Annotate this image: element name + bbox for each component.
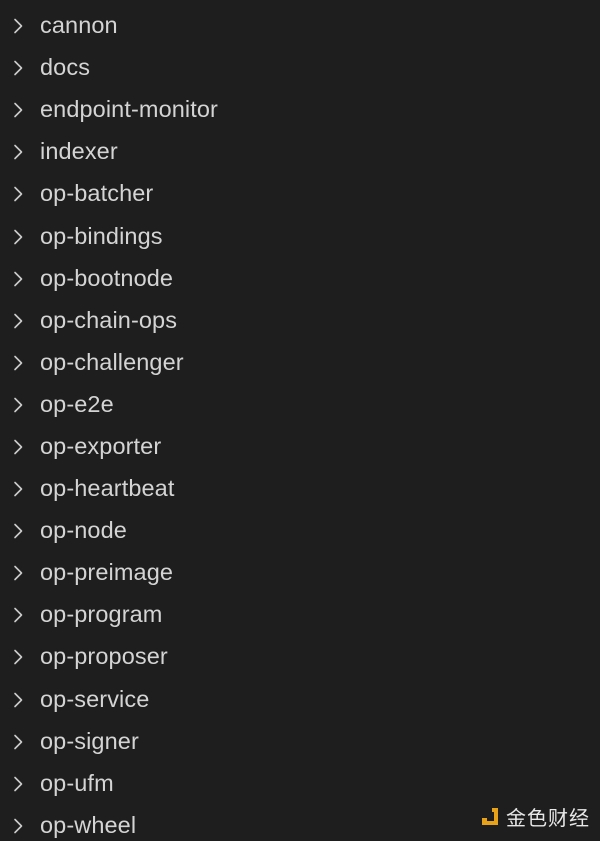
folder-row-op-program[interactable]: op-program: [0, 594, 600, 636]
chevron-right-icon[interactable]: [10, 58, 26, 78]
watermark: 金色财经: [480, 802, 590, 831]
folder-row-indexer[interactable]: indexer: [0, 131, 600, 173]
folder-label: op-batcher: [40, 180, 154, 207]
folder-label: cannon: [40, 12, 118, 39]
watermark-text: 金色财经: [506, 806, 590, 830]
file-explorer-tree: cannon docs endpoint-monitor indexer op-…: [0, 5, 600, 841]
folder-label: op-bootnode: [40, 264, 174, 291]
jinse-logo-icon: [482, 807, 498, 825]
folder-row-op-node[interactable]: op-node: [0, 510, 600, 552]
chevron-right-icon[interactable]: [10, 395, 26, 415]
folder-row-op-bindings[interactable]: op-bindings: [0, 215, 600, 257]
folder-row-endpoint-monitor[interactable]: endpoint-monitor: [0, 89, 600, 131]
chevron-right-icon[interactable]: [10, 690, 26, 710]
folder-label: indexer: [40, 138, 118, 165]
folder-label: endpoint-monitor: [40, 96, 218, 123]
folder-label: op-challenger: [40, 348, 184, 375]
chevron-right-icon[interactable]: [10, 227, 26, 247]
folder-row-op-exporter[interactable]: op-exporter: [0, 426, 600, 468]
chevron-right-icon[interactable]: [10, 142, 26, 162]
folder-label: op-e2e: [40, 390, 114, 417]
chevron-right-icon[interactable]: [10, 353, 26, 373]
folder-row-op-batcher[interactable]: op-batcher: [0, 173, 600, 215]
chevron-right-icon[interactable]: [10, 521, 26, 541]
folder-row-op-service[interactable]: op-service: [0, 679, 600, 721]
chevron-right-icon[interactable]: [10, 184, 26, 204]
chevron-right-icon[interactable]: [10, 774, 26, 794]
folder-label: op-ufm: [40, 769, 114, 796]
folder-label: op-preimage: [40, 559, 174, 586]
folder-label: op-service: [40, 685, 150, 712]
folder-row-op-chain-ops[interactable]: op-chain-ops: [0, 300, 600, 342]
chevron-right-icon[interactable]: [10, 269, 26, 289]
folder-label: op-program: [40, 601, 163, 628]
chevron-right-icon[interactable]: [10, 16, 26, 36]
chevron-right-icon[interactable]: [10, 479, 26, 499]
folder-label: op-node: [40, 517, 127, 544]
folder-label: op-signer: [40, 727, 139, 754]
folder-row-op-heartbeat[interactable]: op-heartbeat: [0, 468, 600, 510]
folder-label: op-chain-ops: [40, 306, 178, 333]
folder-row-op-e2e[interactable]: op-e2e: [0, 384, 600, 426]
folder-label: op-proposer: [40, 643, 168, 670]
chevron-right-icon[interactable]: [10, 732, 26, 752]
chevron-right-icon[interactable]: [10, 605, 26, 625]
folder-label: docs: [40, 54, 91, 81]
folder-label: op-bindings: [40, 222, 163, 249]
chevron-right-icon[interactable]: [10, 311, 26, 331]
folder-row-op-preimage[interactable]: op-preimage: [0, 552, 600, 594]
folder-label: op-exporter: [40, 432, 162, 459]
chevron-right-icon[interactable]: [10, 647, 26, 667]
chevron-right-icon[interactable]: [10, 816, 26, 836]
chevron-right-icon[interactable]: [10, 100, 26, 120]
folder-row-docs[interactable]: docs: [0, 47, 600, 89]
folder-row-op-challenger[interactable]: op-challenger: [0, 342, 600, 384]
folder-row-cannon[interactable]: cannon: [0, 5, 600, 47]
folder-label: op-heartbeat: [40, 475, 175, 502]
folder-label: op-wheel: [40, 811, 137, 838]
folder-row-op-proposer[interactable]: op-proposer: [0, 636, 600, 678]
chevron-right-icon[interactable]: [10, 563, 26, 583]
folder-row-op-ufm[interactable]: op-ufm: [0, 763, 600, 805]
chevron-right-icon[interactable]: [10, 437, 26, 457]
folder-row-op-bootnode[interactable]: op-bootnode: [0, 258, 600, 300]
folder-row-op-signer[interactable]: op-signer: [0, 721, 600, 763]
